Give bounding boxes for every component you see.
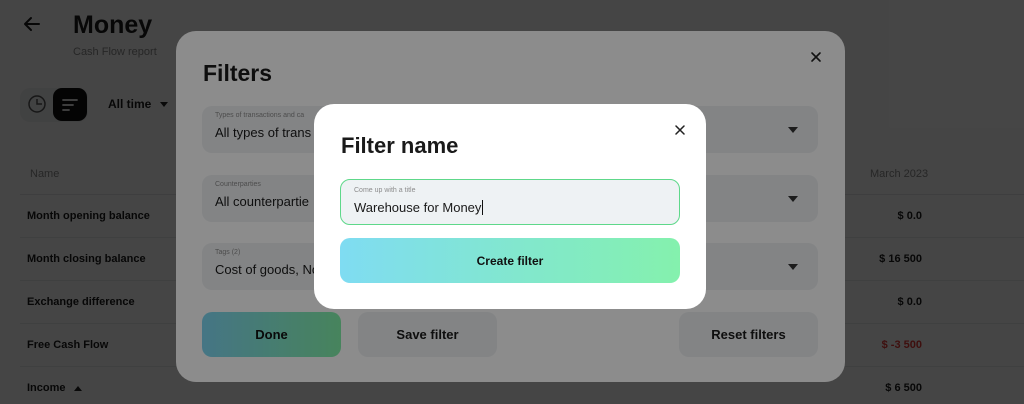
input-label: Come up with a title bbox=[354, 187, 416, 194]
text-cursor bbox=[482, 200, 484, 215]
input-value: Warehouse for Money bbox=[354, 200, 482, 215]
filter-name-input[interactable]: Come up with a title Warehouse for Money bbox=[340, 179, 680, 225]
filter-name-dialog: Filter name Come up with a title Warehou… bbox=[314, 104, 706, 309]
dialog-title: Filter name bbox=[341, 133, 459, 158]
close-icon[interactable] bbox=[674, 124, 686, 136]
input-value-wrapper: Warehouse for Money bbox=[354, 200, 484, 215]
create-filter-button[interactable]: Create filter bbox=[340, 238, 680, 283]
